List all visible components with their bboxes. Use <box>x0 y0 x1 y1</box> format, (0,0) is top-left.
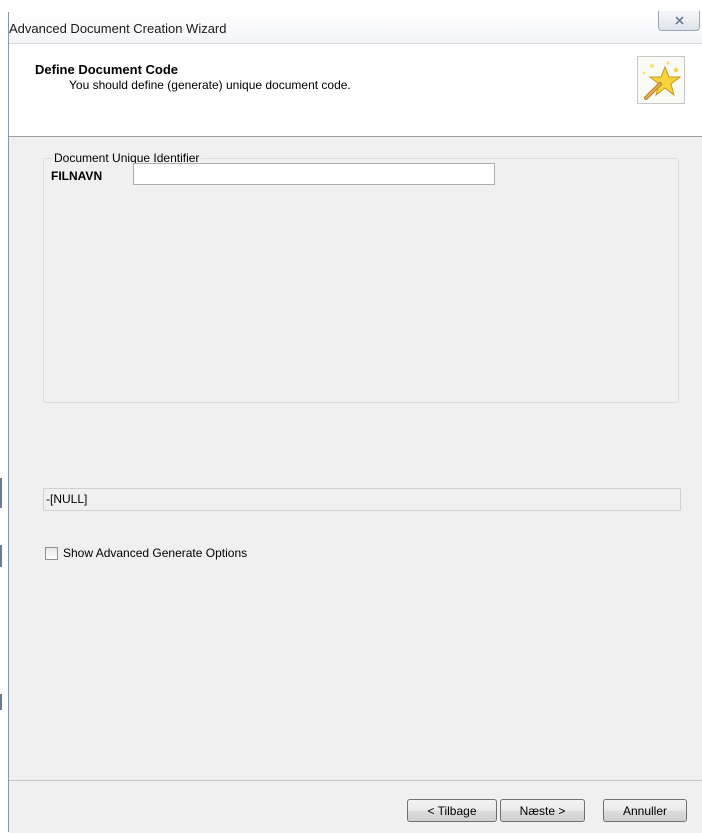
magic-wand-star-icon <box>637 56 685 104</box>
window-title: Advanced Document Creation Wizard <box>9 21 227 36</box>
close-button[interactable] <box>658 11 700 31</box>
back-button[interactable]: < Tilbage <box>407 799 497 822</box>
filnavn-label: FILNAVN <box>51 169 103 183</box>
button-bar: < Tilbage Næste > Annuller <box>9 780 702 833</box>
wizard-content: Document Unique Identifier FILNAVN -[NUL… <box>9 137 702 793</box>
filnavn-input[interactable] <box>133 163 495 185</box>
wizard-dialog: Advanced Document Creation Wizard Define… <box>8 11 702 833</box>
document-identifier-group: Document Unique Identifier <box>43 151 679 403</box>
title-bar: Advanced Document Creation Wizard <box>9 11 702 44</box>
next-button[interactable]: Næste > <box>500 799 585 822</box>
show-advanced-options-label[interactable]: Show Advanced Generate Options <box>63 546 247 560</box>
background-window-edge <box>0 478 2 508</box>
background-window-edge <box>0 694 2 710</box>
page-subtitle: You should define (generate) unique docu… <box>69 78 351 92</box>
show-advanced-options-checkbox[interactable] <box>45 547 58 560</box>
close-icon <box>675 16 684 25</box>
generated-code-preview: -[NULL] <box>43 488 681 511</box>
background-window-edge <box>0 545 2 567</box>
page-title: Define Document Code <box>35 62 179 77</box>
cancel-button[interactable]: Annuller <box>603 799 687 822</box>
wizard-header: Define Document Code You should define (… <box>9 44 702 137</box>
